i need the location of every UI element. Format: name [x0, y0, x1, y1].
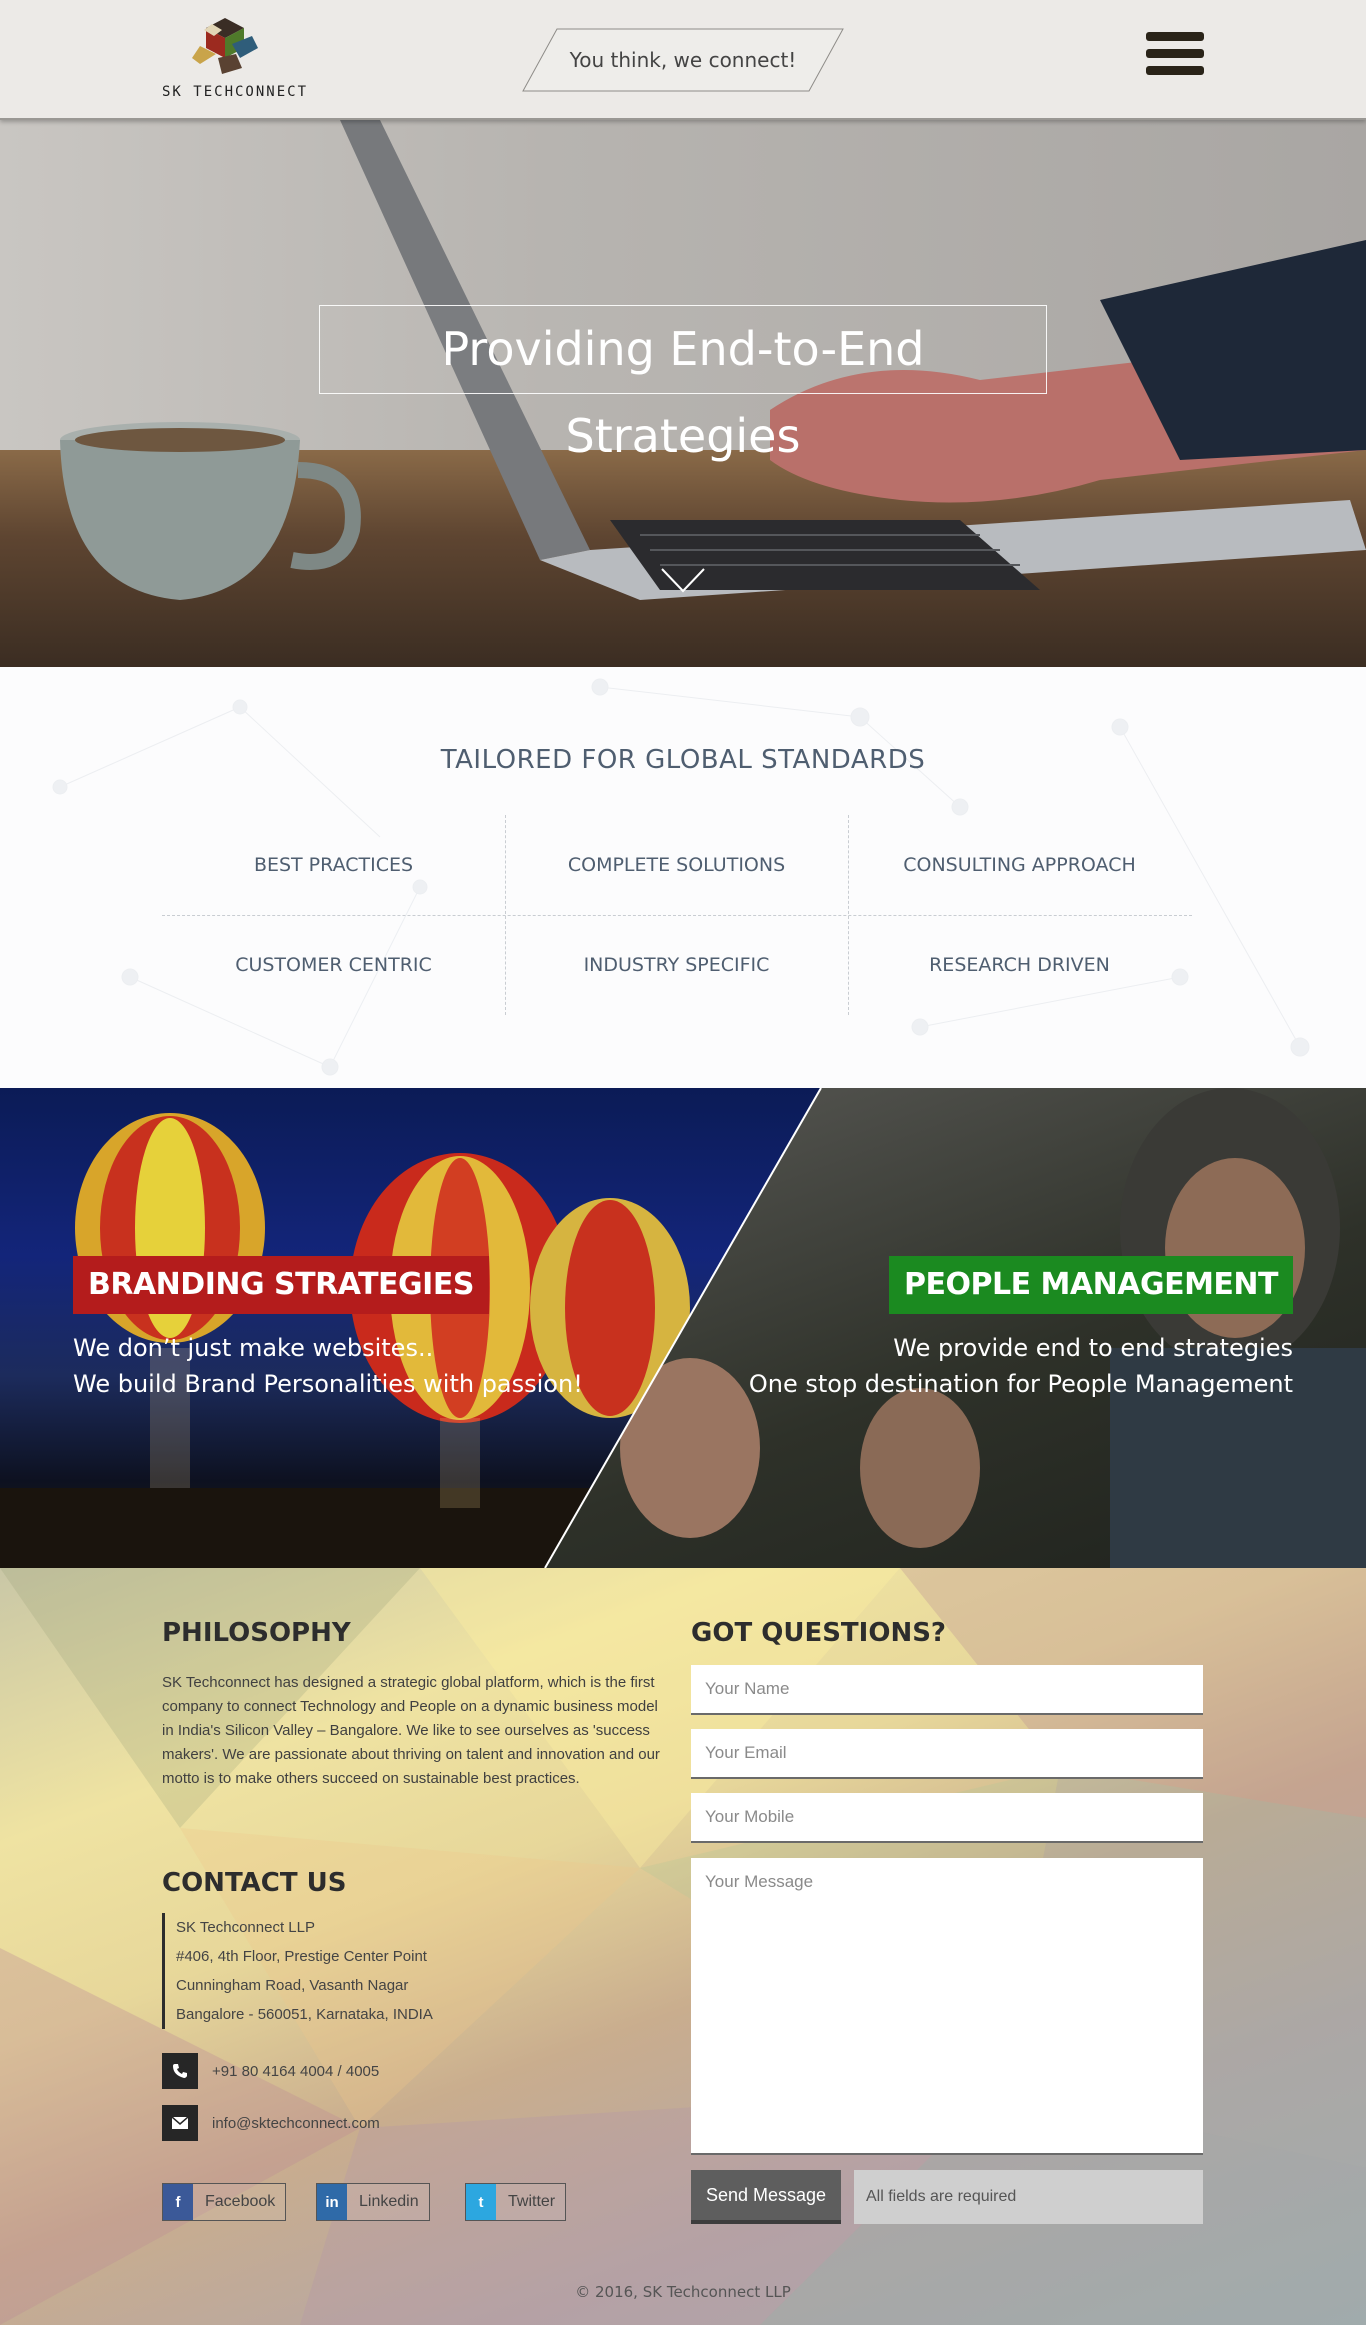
- hero-title: Providing End-to-End Strategies: [319, 305, 1047, 463]
- phone-row: +91 80 4164 4004 / 4005: [162, 2053, 379, 2089]
- address-line: Bangalore - 560051, Karnataka, INDIA: [176, 2006, 433, 2023]
- message-textarea[interactable]: [691, 1858, 1203, 2155]
- phone-number[interactable]: +91 80 4164 4004 / 4005: [212, 2063, 379, 2080]
- got-questions-title: GOT QUESTIONS?: [691, 1618, 947, 1648]
- people-line-1: We provide end to end strategies: [893, 1334, 1293, 1362]
- twitter-button[interactable]: t Twitter: [465, 2183, 567, 2221]
- tagline: You think, we connect!: [522, 28, 844, 92]
- email-input[interactable]: [691, 1729, 1203, 1779]
- name-input[interactable]: [691, 1665, 1203, 1715]
- linkedin-icon: in: [317, 2184, 347, 2220]
- services-split-banner: BRANDING STRATEGIES We don’t just make w…: [0, 1088, 1366, 1568]
- logo-text: SK TECHCONNECT: [162, 84, 309, 100]
- twitter-label: Twitter: [508, 2193, 556, 2210]
- standards-grid: BEST PRACTICES COMPLETE SOLUTIONS CONSUL…: [162, 815, 1192, 1015]
- branding-line-1: We don’t just make websites..: [73, 1334, 434, 1362]
- chevron-down-icon[interactable]: [660, 565, 706, 595]
- contact-us-title: CONTACT US: [162, 1868, 347, 1898]
- philosophy-title: PHILOSOPHY: [162, 1618, 351, 1648]
- tagline-text: You think, we connect!: [569, 48, 797, 72]
- address-line: SK Techconnect LLP: [176, 1919, 315, 1936]
- branding-line-2: We build Brand Personalities with passio…: [73, 1370, 583, 1398]
- logo[interactable]: SK TECHCONNECT: [162, 18, 306, 108]
- standard-item: BEST PRACTICES: [253, 854, 414, 876]
- site-header: SK TECHCONNECT You think, we connect!: [0, 0, 1366, 120]
- envelope-icon: [162, 2105, 198, 2141]
- facebook-icon: f: [163, 2184, 193, 2220]
- standard-item: CUSTOMER CENTRIC: [235, 954, 432, 976]
- required-fields-note: All fields are required: [854, 2170, 1203, 2224]
- diagonal-divider: [544, 1088, 822, 1568]
- people-line-2: One stop destination for People Manageme…: [748, 1370, 1293, 1398]
- facebook-button[interactable]: f Facebook: [162, 2183, 287, 2221]
- people-description: We provide end to end strategies One sto…: [749, 1330, 1293, 1402]
- address-line: #406, 4th Floor, Prestige Center Point: [176, 1948, 427, 1965]
- footer-copyright: © 2016, SK Techconnect LLP: [575, 2283, 791, 2301]
- send-message-button[interactable]: Send Message: [691, 2170, 841, 2224]
- email-address[interactable]: info@sktechconnect.com: [212, 2115, 380, 2132]
- standard-item: CONSULTING APPROACH: [903, 854, 1136, 876]
- branding-description: We don’t just make websites.. We build B…: [73, 1330, 583, 1402]
- phone-icon: [162, 2053, 198, 2089]
- email-row: info@sktechconnect.com: [162, 2105, 380, 2141]
- linkedin-button[interactable]: in Linkedin: [316, 2183, 430, 2221]
- standard-item: INDUSTRY SPECIFIC: [583, 954, 770, 976]
- standard-item: RESEARCH DRIVEN: [929, 954, 1110, 976]
- twitter-icon: t: [466, 2184, 496, 2220]
- facebook-label: Facebook: [205, 2193, 276, 2210]
- hero-banner: Providing End-to-End Strategies: [0, 120, 1366, 667]
- standards-section: TAILORED FOR GLOBAL STANDARDS BEST PRACT…: [0, 667, 1366, 1088]
- people-management-badge: PEOPLE MANAGEMENT: [889, 1256, 1293, 1314]
- philosophy-text: SK Techconnect has designed a strategic …: [162, 1674, 660, 1787]
- standard-item: COMPLETE SOLUTIONS: [567, 854, 786, 876]
- hamburger-menu-icon[interactable]: [1146, 32, 1204, 84]
- contact-section: PHILOSOPHY SK Techconnect has designed a…: [0, 1568, 1366, 2325]
- linkedin-label: Linkedin: [359, 2193, 419, 2210]
- address-block: SK Techconnect LLP #406, 4th Floor, Pres…: [162, 1913, 433, 2029]
- address-line: Cunningham Road, Vasanth Nagar: [176, 1977, 409, 1994]
- branding-strategies-badge: BRANDING STRATEGIES: [73, 1256, 489, 1314]
- standards-title: TAILORED FOR GLOBAL STANDARDS: [440, 745, 926, 775]
- mobile-input[interactable]: [691, 1793, 1203, 1843]
- logo-mark-icon: [192, 18, 258, 74]
